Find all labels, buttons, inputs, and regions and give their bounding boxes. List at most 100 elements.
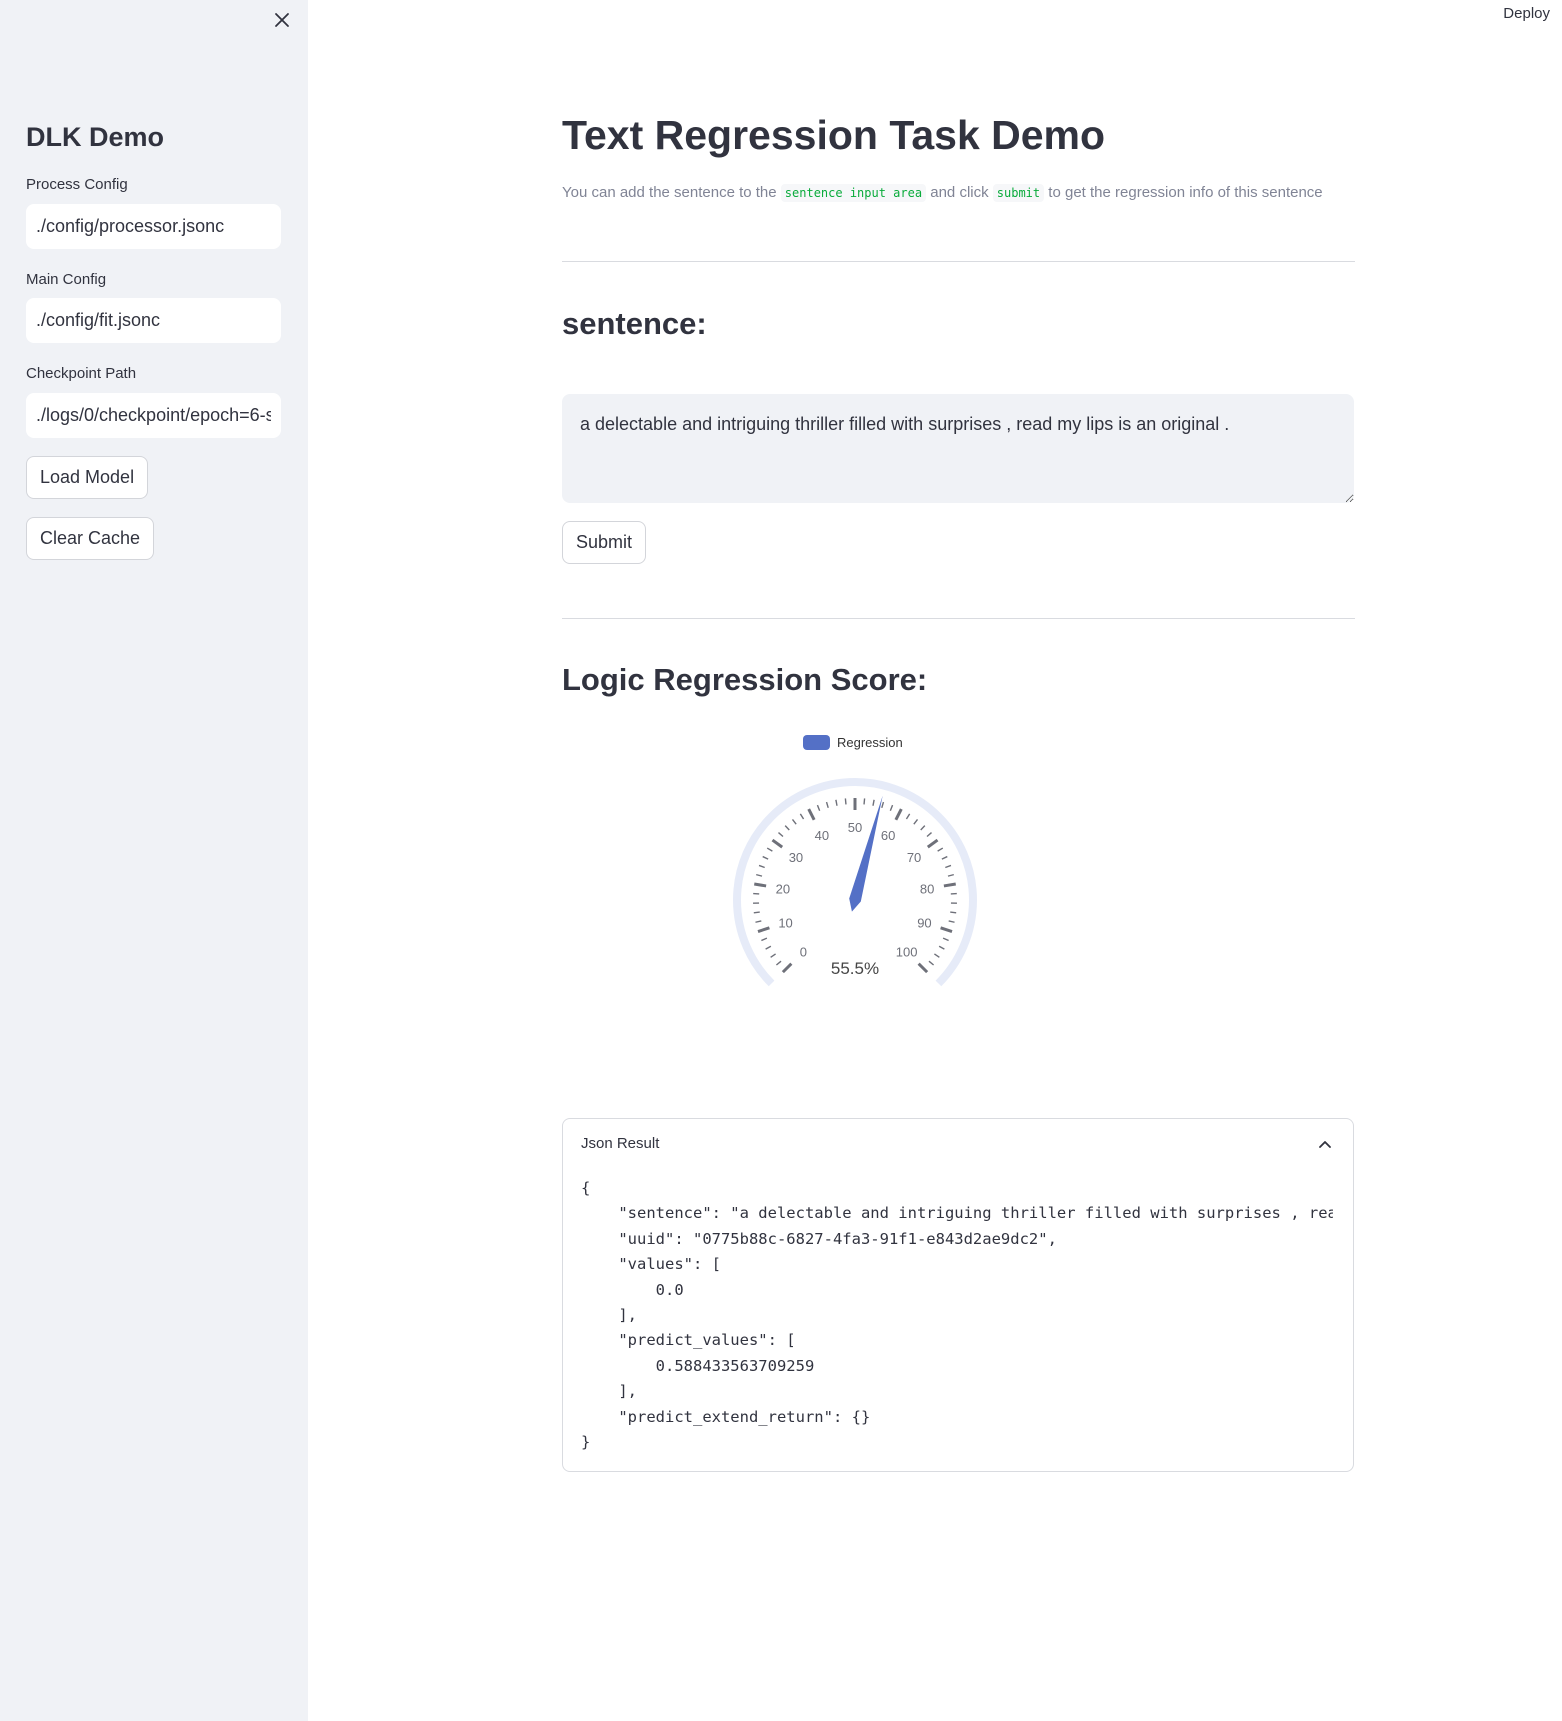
gauge-minor-tick <box>950 911 957 914</box>
gauge-minor-tick <box>753 911 760 914</box>
gauge-minor-tick <box>872 799 875 806</box>
gauge-minor-tick <box>844 798 847 805</box>
json-result-body: { "sentence": "a delectable and intrigui… <box>581 1176 1333 1461</box>
gauge-minor-tick <box>816 804 821 811</box>
divider <box>562 618 1355 619</box>
chart-legend[interactable]: Regression <box>803 735 903 750</box>
clear-cache-button[interactable]: Clear Cache <box>26 517 155 560</box>
gauge-detail-value: 55.5% <box>831 959 879 978</box>
gauge-minor-tick <box>938 945 945 950</box>
gauge-minor-tick <box>791 818 797 825</box>
gauge-tick-label: 40 <box>815 828 829 843</box>
gauge-minor-tick <box>761 937 768 942</box>
json-line: 0.0 <box>581 1280 684 1299</box>
gauge-minor-tick <box>762 855 769 860</box>
legend-label: Regression <box>837 735 903 750</box>
process-config-input[interactable] <box>26 204 281 249</box>
json-line: ], <box>581 1382 637 1401</box>
gauge-tick-label: 80 <box>920 882 934 897</box>
json-line: } <box>581 1433 591 1451</box>
process-config-label: Process Config <box>26 176 128 193</box>
sentence-input-area-code: sentence input area <box>780 184 927 202</box>
checkpoint-path-label: Checkpoint Path <box>26 365 137 382</box>
gauge-minor-tick <box>928 960 935 966</box>
sentence-heading: sentence: <box>562 306 707 341</box>
gauge-minor-tick <box>799 813 805 820</box>
json-line: "predict_values": [ <box>581 1331 796 1350</box>
gauge-tick-label: 100 <box>896 945 918 960</box>
gauge-minor-tick <box>784 825 790 831</box>
checkpoint-path-input[interactable] <box>26 393 281 438</box>
legend-swatch <box>803 735 830 750</box>
json-result-header[interactable]: Json Result <box>563 1119 1353 1169</box>
close-icon <box>275 13 289 27</box>
json-line: "predict_extend_return": {} <box>581 1407 871 1426</box>
gauge-minor-tick <box>825 801 829 809</box>
gauge-minor-tick <box>766 847 773 852</box>
gauge-major-tick <box>757 926 770 933</box>
gauge-needle <box>849 795 883 912</box>
json-line: "sentence": "a delectable and intriguing… <box>618 1204 1333 1223</box>
json-result-expander: Json Result { "sentence": "a delectable … <box>562 1118 1354 1472</box>
gauge-minor-tick <box>835 799 838 806</box>
gauge-minor-tick <box>889 804 894 811</box>
gauge-minor-tick <box>941 855 948 860</box>
description-text: and click <box>926 184 993 201</box>
gauge-detail: 55.5% <box>831 959 879 978</box>
gauge-tick-label: 20 <box>776 882 790 897</box>
gauge-major-tick <box>771 838 784 849</box>
deploy-button[interactable]: Deploy <box>1503 5 1550 22</box>
chevron-up-icon <box>1319 1141 1331 1148</box>
gauge-tick-label: 60 <box>881 828 895 843</box>
json-result-label: Json Result <box>581 1135 660 1152</box>
gauge-minor-tick <box>937 847 944 852</box>
sidebar: DLK Demo Process Config Main Config Chec… <box>0 0 308 1721</box>
submit-button[interactable]: Submit <box>562 521 647 564</box>
gauge-minor-tick <box>926 832 932 838</box>
gauge-minor-tick <box>905 813 911 820</box>
gauge-minor-tick <box>881 801 885 809</box>
main-config-label: Main Config <box>26 271 107 288</box>
gauge-pointer <box>849 795 883 912</box>
gauge-major-tick <box>917 962 929 974</box>
gauge-major-tick <box>940 926 953 933</box>
gauge-tick-label: 10 <box>778 916 792 931</box>
json-line: ], <box>581 1306 637 1324</box>
gauge-minor-tick <box>778 832 784 838</box>
gauge-minor-tick <box>756 873 763 877</box>
gauge-minor-tick <box>934 953 940 958</box>
json-line: { <box>581 1179 591 1197</box>
json-line: 0.588433563709259 <box>581 1356 815 1375</box>
gauge-major-tick <box>926 838 939 849</box>
gauge-minor-tick <box>770 953 776 958</box>
json-line: "values": [ <box>581 1255 721 1274</box>
gauge-minor-tick <box>863 798 866 805</box>
gauge-minor-tick <box>765 945 772 950</box>
gauge-major-tick <box>894 808 903 821</box>
gauge-minor-tick <box>942 937 949 942</box>
gauge-tick-label: 70 <box>907 850 921 865</box>
gauge-minor-tick <box>758 864 765 869</box>
close-sidebar-button[interactable] <box>268 6 296 34</box>
load-model-button[interactable]: Load Model <box>26 456 149 499</box>
gauge-major-tick <box>807 808 816 821</box>
gauge-minor-tick <box>948 920 955 923</box>
score-heading: Logic Regression Score: <box>562 662 928 697</box>
gauge-major-tick <box>781 962 793 974</box>
main-config-input[interactable] <box>26 298 281 343</box>
gauge-minor-tick <box>945 864 952 869</box>
json-line: "uuid": "0775b88c-6827-4fa3-91f1-e843d2a… <box>581 1229 1057 1248</box>
submit-code: submit <box>992 184 1045 202</box>
gauge-major-tick <box>943 882 956 888</box>
gauge-tick-label: 50 <box>848 820 862 835</box>
page-title: Text Regression Task Demo <box>562 112 1106 158</box>
gauge-minor-tick <box>947 873 954 877</box>
description-text: You can add the sentence to the <box>562 184 781 201</box>
gauge-minor-tick <box>775 960 782 966</box>
description-text: to get the regression info of this sente… <box>1044 184 1323 201</box>
gauge-tick-label: 30 <box>789 850 803 865</box>
sentence-input[interactable] <box>562 394 1354 503</box>
gauge-minor-tick <box>755 920 762 923</box>
gauge-minor-tick <box>920 825 926 831</box>
sidebar-title: DLK Demo <box>26 122 165 152</box>
